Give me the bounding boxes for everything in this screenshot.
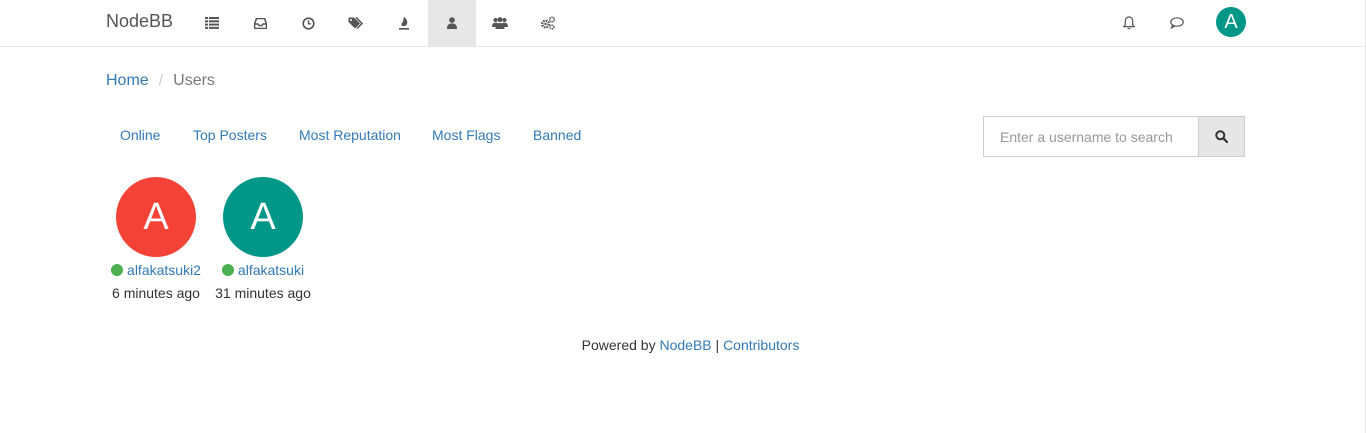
search-input[interactable]: [983, 116, 1199, 157]
breadcrumb: Home / Users: [106, 72, 215, 90]
tab-banned[interactable]: Banned: [533, 127, 581, 143]
user-card-name-row: alfakatsuki2: [106, 260, 206, 280]
user-avatar[interactable]: A: [1216, 7, 1246, 37]
user-card: A alfakatsuki 31 minutes ago: [213, 177, 313, 301]
breadcrumb-current: Users: [173, 72, 215, 89]
search-icon: [1215, 130, 1228, 143]
unread-icon[interactable]: [236, 0, 284, 46]
footer: Powered by NodeBB | Contributors: [0, 337, 1366, 353]
online-status-icon: [111, 264, 124, 276]
bell-icon[interactable]: [1109, 0, 1149, 46]
search-button[interactable]: [1198, 116, 1245, 157]
user-card-name-row: alfakatsuki: [213, 260, 313, 280]
user-card-avatar[interactable]: A: [116, 177, 196, 257]
top-navbar: NodeBB A: [0, 0, 1366, 47]
chat-icon[interactable]: [1157, 0, 1197, 46]
footer-separator: |: [715, 337, 720, 353]
breadcrumb-home[interactable]: Home: [106, 72, 149, 90]
user-card-time: 31 minutes ago: [215, 285, 311, 301]
tab-top-posters[interactable]: Top Posters: [193, 127, 267, 143]
admin-icon[interactable]: [524, 0, 572, 46]
user-card-username[interactable]: alfakatsuki: [238, 262, 304, 278]
user-card-time: 6 minutes ago: [112, 285, 200, 301]
user-card: A alfakatsuki2 6 minutes ago: [106, 177, 206, 301]
breadcrumb-separator: /: [158, 72, 164, 89]
user-card-avatar[interactable]: A: [223, 177, 303, 257]
tags-icon[interactable]: [332, 0, 380, 46]
footer-powered-by: Powered by: [581, 337, 656, 353]
user-card-username[interactable]: alfakatsuki2: [127, 262, 201, 278]
users-icon[interactable]: [428, 0, 476, 46]
tab-online[interactable]: Online: [120, 127, 160, 143]
recent-icon[interactable]: [284, 0, 332, 46]
footer-nodebb-link[interactable]: NodeBB: [659, 337, 711, 353]
tab-most-flags[interactable]: Most Flags: [432, 127, 500, 143]
footer-contributors-link[interactable]: Contributors: [723, 337, 799, 353]
groups-icon[interactable]: [476, 0, 524, 46]
categories-icon[interactable]: [188, 0, 236, 46]
popular-icon[interactable]: [380, 0, 428, 46]
tab-most-reputation[interactable]: Most Reputation: [299, 127, 401, 143]
brand-link[interactable]: NodeBB: [106, 11, 173, 32]
online-status-icon: [221, 264, 234, 276]
